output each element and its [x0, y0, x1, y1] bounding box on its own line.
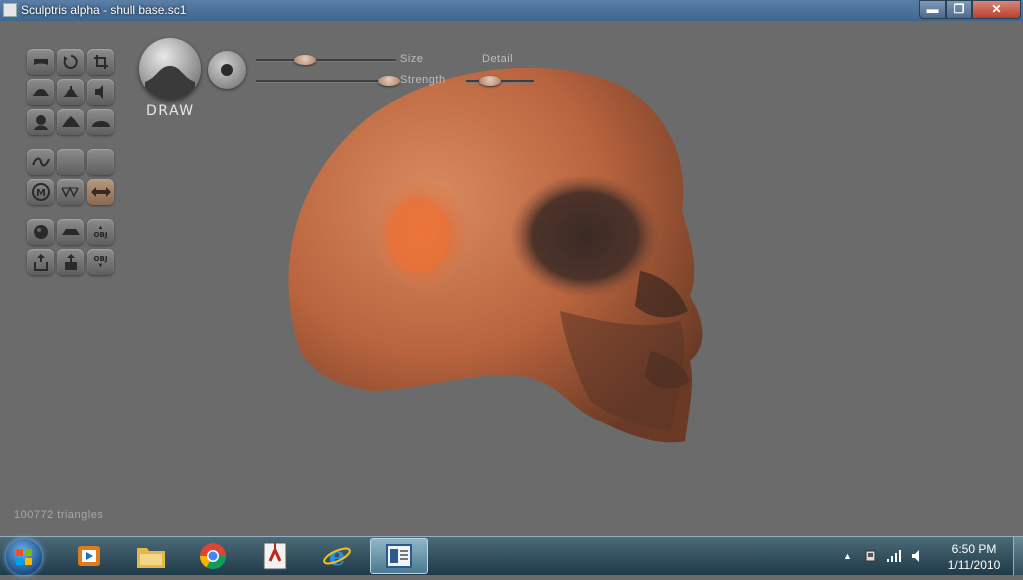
- start-button[interactable]: [6, 539, 42, 575]
- triangle-count: 100772 triangles: [14, 509, 104, 521]
- tool-save-as-button[interactable]: [57, 249, 84, 275]
- tool-blank-2-button[interactable]: [87, 149, 114, 175]
- taskbar-clock[interactable]: 6:50 PM 1/11/2010: [938, 541, 1010, 573]
- save-as-icon: [63, 253, 79, 271]
- sculptris-window-icon: [3, 3, 17, 17]
- tool-export-obj-button[interactable]: OBJ ▼: [87, 249, 114, 275]
- volume-icon[interactable]: [910, 549, 924, 563]
- detail-label: Detail: [482, 53, 514, 65]
- show-hidden-icons-icon[interactable]: ▲: [843, 551, 852, 561]
- strength-label: Strength: [400, 74, 446, 86]
- tool-inflate-button[interactable]: [27, 79, 54, 105]
- tool-draw-button[interactable]: [87, 109, 114, 135]
- internet-explorer-icon: e: [323, 542, 351, 571]
- tool-plane-button[interactable]: [57, 219, 84, 245]
- pdf-app-icon: [263, 542, 287, 570]
- taskbar-chrome[interactable]: [184, 538, 242, 574]
- detail-slider-handle[interactable]: [478, 76, 501, 86]
- system-tray: ▲: [843, 537, 924, 575]
- stroke-curve-icon: [31, 155, 50, 169]
- taskbar-file-explorer[interactable]: [122, 538, 180, 574]
- tool-smooth-button[interactable]: [27, 109, 54, 135]
- svg-text:M: M: [36, 188, 46, 199]
- save-icon: [33, 253, 49, 271]
- export-obj-icon: OBJ ▼: [93, 255, 108, 269]
- symmetry-arrows-icon: [90, 185, 112, 199]
- tool-symmetry-button[interactable]: [87, 179, 114, 205]
- grab-icon: [93, 84, 109, 100]
- taskbar-sculptris[interactable]: [370, 538, 428, 574]
- dot-icon: [221, 64, 233, 76]
- size-slider-handle[interactable]: [294, 55, 316, 65]
- strength-slider-track[interactable]: [256, 80, 396, 82]
- brush-preview-sphere[interactable]: [139, 38, 201, 100]
- file-explorer-icon: [137, 548, 165, 568]
- close-button[interactable]: ✕: [972, 0, 1021, 19]
- rotate-icon: [63, 54, 79, 70]
- plane-icon: [61, 226, 81, 238]
- tool-sphere-button[interactable]: [27, 219, 54, 245]
- smooth-icon: [32, 113, 50, 131]
- draw-brush-icon: [145, 66, 195, 100]
- sculpt-viewport[interactable]: DRAW Size Detail Strength M ▲ OBJ OBJ ▼ 1007…: [0, 21, 1023, 536]
- clock-date: 1/11/2010: [947, 558, 1001, 572]
- obj-label: OBJ: [93, 231, 108, 239]
- crease-icon: [61, 115, 81, 129]
- maximize-button[interactable]: ❐: [946, 0, 972, 19]
- mask-icon: M: [31, 182, 51, 202]
- crop-icon: [93, 54, 109, 70]
- windows-taskbar: e ▲ 6:50 PM 1/11/2010: [0, 536, 1023, 575]
- network-device-icon[interactable]: [864, 549, 878, 563]
- tool-rotate-button[interactable]: [57, 49, 84, 75]
- window-title: Sculptris alpha - shull base.sc1: [21, 3, 187, 17]
- media-player-icon: [78, 546, 100, 566]
- tool-mask-button[interactable]: M: [27, 179, 54, 205]
- window-title-bar: Sculptris alpha - shull base.sc1 ▬ ❐ ✕: [0, 0, 1023, 21]
- stroke-type-button[interactable]: [208, 51, 246, 89]
- taskbar-pdf-app[interactable]: [246, 538, 304, 574]
- chrome-icon: [199, 543, 227, 570]
- import-obj-icon: ▲ OBJ: [93, 225, 108, 239]
- size-slider-track[interactable]: [256, 59, 396, 61]
- tool-flatten-button[interactable]: [27, 49, 54, 75]
- obj-label: OBJ: [93, 255, 108, 263]
- flatten-icon: [32, 55, 50, 69]
- tool-grab-button[interactable]: [87, 79, 114, 105]
- tool-scale-button[interactable]: [87, 49, 114, 75]
- minimize-button[interactable]: ▬: [919, 0, 946, 19]
- show-desktop-button[interactable]: [1013, 537, 1023, 575]
- inflate-icon: [31, 85, 51, 99]
- sculptris-app-icon: [386, 544, 412, 568]
- windows-logo-icon: [16, 549, 32, 565]
- brush-tool-name: DRAW: [146, 103, 195, 119]
- tool-wireframe-button[interactable]: [57, 179, 84, 205]
- taskbar-internet-explorer[interactable]: e: [308, 538, 366, 574]
- tool-import-obj-button[interactable]: ▲ OBJ: [87, 219, 114, 245]
- tool-save-button[interactable]: [27, 249, 54, 275]
- pinch-icon: [61, 85, 81, 99]
- signal-strength-icon[interactable]: [886, 549, 902, 563]
- strength-slider-handle[interactable]: [378, 76, 400, 86]
- wireframe-icon: [60, 185, 81, 199]
- taskbar-media-player[interactable]: [60, 538, 118, 574]
- tool-stroke-button[interactable]: [27, 149, 54, 175]
- tool-pinch-button[interactable]: [57, 79, 84, 105]
- tool-blank-1-button[interactable]: [57, 149, 84, 175]
- size-label: Size: [400, 53, 424, 65]
- svg-text:e: e: [329, 542, 346, 571]
- sphere-icon: [32, 223, 50, 241]
- clock-time: 6:50 PM: [951, 542, 997, 556]
- tool-crease-button[interactable]: [57, 109, 84, 135]
- draw-icon: [91, 115, 111, 129]
